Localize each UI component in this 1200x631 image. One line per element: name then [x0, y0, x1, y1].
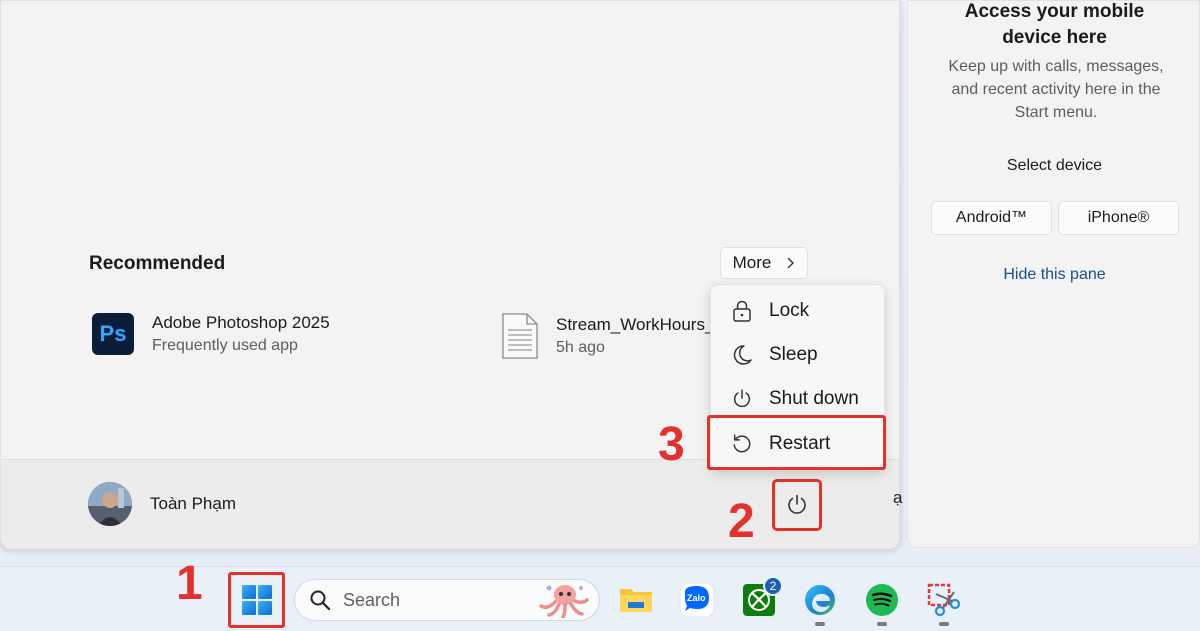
power-button[interactable]	[772, 479, 822, 531]
file-explorer-icon	[620, 589, 652, 612]
lock-icon	[733, 300, 751, 322]
edge-button[interactable]	[802, 582, 838, 618]
recommended-item-sub: 5h ago	[556, 339, 605, 356]
recommended-item-name: Stream_WorkHours_	[556, 315, 715, 334]
truncated-text: ạ	[893, 488, 903, 507]
more-button-label: More	[732, 253, 772, 272]
power-icon	[788, 494, 806, 514]
more-button[interactable]: More	[720, 247, 808, 279]
snipping-tool-button[interactable]	[926, 582, 962, 618]
iphone-button[interactable]: iPhone®	[1058, 201, 1179, 235]
recommended-item-document[interactable]: Stream_WorkHours_ 5h ago	[500, 313, 714, 359]
document-icon	[502, 313, 538, 359]
moon-icon	[733, 345, 752, 365]
windows-start-icon	[241, 585, 272, 615]
power-menu-lock[interactable]: Lock	[711, 289, 886, 333]
phone-pane-description: Keep up with calls, messages, and recent…	[948, 58, 1164, 121]
recommended-item-photoshop[interactable]: Ps Adobe Photoshop 2025 Frequently used …	[92, 313, 330, 355]
spotify-icon	[866, 584, 898, 616]
snipping-tool-icon	[927, 583, 961, 617]
running-indicator	[939, 622, 949, 626]
edge-icon	[805, 585, 835, 615]
chevron-right-icon	[787, 257, 795, 269]
photoshop-icon: Ps	[92, 313, 134, 355]
zalo-button[interactable]: Zalo	[679, 582, 715, 618]
recommended-item-sub: Frequently used app	[152, 337, 298, 354]
power-menu-sleep[interactable]: Sleep	[711, 333, 886, 377]
power-menu-label: Shut down	[769, 388, 859, 409]
running-indicator	[815, 622, 825, 626]
step-2-marker: 2	[728, 495, 755, 548]
spotify-button[interactable]	[864, 582, 900, 618]
file-explorer-button[interactable]	[618, 582, 654, 618]
running-indicator	[877, 622, 887, 626]
restart-highlight-box	[707, 415, 886, 470]
avatar-photo	[88, 482, 132, 526]
hide-pane-link[interactable]: Hide this pane	[908, 266, 1200, 284]
avatar[interactable]	[88, 482, 132, 526]
recommended-heading: Recommended	[89, 253, 226, 274]
phone-link-pane: Access your mobile device here Keep up w…	[907, 0, 1200, 548]
power-icon	[733, 389, 751, 408]
power-menu-label: Lock	[769, 300, 810, 321]
step-1-marker: 1	[176, 557, 203, 610]
start-button[interactable]	[228, 572, 285, 628]
octopus-icon	[539, 585, 589, 618]
taskbar-search[interactable]: Search	[294, 579, 600, 621]
notification-badge: 2	[763, 576, 783, 596]
phone-pane-title: Access your mobile device here	[964, 1, 1145, 48]
step-3-marker: 3	[658, 418, 685, 471]
zalo-label: Zalo	[687, 593, 706, 603]
recommended-item-name: Adobe Photoshop 2025	[152, 313, 330, 332]
xbox-button[interactable]: 2	[741, 576, 783, 618]
user-name[interactable]: Toàn Phạm	[150, 494, 236, 514]
android-button[interactable]: Android™	[931, 201, 1052, 235]
select-device-label: Select device	[1006, 157, 1103, 174]
search-placeholder: Search	[343, 589, 401, 610]
power-menu-label: Sleep	[769, 344, 818, 365]
search-icon	[310, 590, 331, 611]
user-bar	[1, 459, 899, 549]
